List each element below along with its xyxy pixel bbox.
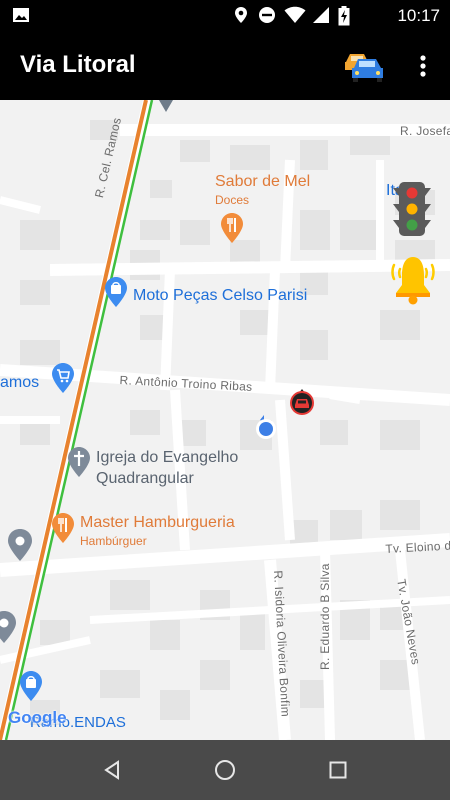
car-icon	[345, 54, 383, 82]
shopping-pin-icon[interactable]	[103, 276, 129, 308]
street-label-josefa: R. Josefa	[400, 124, 450, 138]
signal-icon	[313, 7, 329, 23]
system-nav-bar	[0, 740, 450, 800]
back-button[interactable]	[100, 758, 124, 782]
poi-name-partial-ramos[interactable]: amos	[0, 374, 39, 392]
map-pin-icon[interactable]	[156, 100, 176, 114]
map-pin-icon[interactable]	[0, 610, 18, 644]
car-button[interactable]	[342, 48, 388, 84]
home-button[interactable]	[213, 758, 237, 782]
poi-name-master-hamburgueria[interactable]: Master Hamburgueria	[80, 514, 235, 532]
clock: 10:17	[397, 6, 440, 25]
cart-pin-icon[interactable]	[50, 362, 76, 394]
restaurant-pin-icon[interactable]	[219, 212, 245, 244]
poi-name-sabor-de-mel[interactable]: Sabor de Mel	[215, 173, 310, 191]
image-icon	[13, 8, 29, 22]
poi-name-igreja-line1[interactable]: Igreja do Evangelho	[96, 449, 238, 467]
poi-name-moto-pecas[interactable]: Moto Peças Celso Parisi	[133, 287, 307, 305]
poi-name-igreja-line2[interactable]: Quadrangular	[96, 470, 194, 488]
restaurant-pin-icon[interactable]	[50, 512, 76, 544]
recents-button[interactable]	[326, 758, 350, 782]
map-pin-icon[interactable]	[6, 528, 34, 562]
poi-category-master-hamburgueria: Hambúrguer	[80, 534, 147, 548]
wifi-icon	[284, 6, 306, 23]
church-pin-icon[interactable]	[66, 446, 92, 478]
alert-bell-icon[interactable]	[390, 253, 436, 305]
google-logo: Google	[8, 708, 67, 727]
street-label-eduardo: R. Eduardo B Silva	[318, 563, 332, 670]
car-marker-icon[interactable]	[288, 386, 316, 416]
shopping-pin-icon[interactable]	[18, 670, 44, 702]
status-bar: 10:17	[0, 0, 450, 30]
app-bar: Via Litoral	[0, 30, 450, 100]
poi-category-sabor-de-mel: Doces	[215, 193, 250, 207]
battery-charging-icon	[338, 6, 350, 26]
location-icon	[235, 7, 247, 23]
do-not-disturb-icon	[259, 7, 275, 23]
overflow-menu-button[interactable]	[410, 50, 436, 82]
my-location-dot	[256, 415, 276, 439]
map-view[interactable]: R. Cel. Ramos R. Josefa R. Antônio Troin…	[0, 100, 450, 740]
traffic-light-icon[interactable]	[392, 180, 432, 238]
app-title: Via Litoral	[20, 51, 136, 78]
more-vert-icon	[420, 55, 426, 77]
